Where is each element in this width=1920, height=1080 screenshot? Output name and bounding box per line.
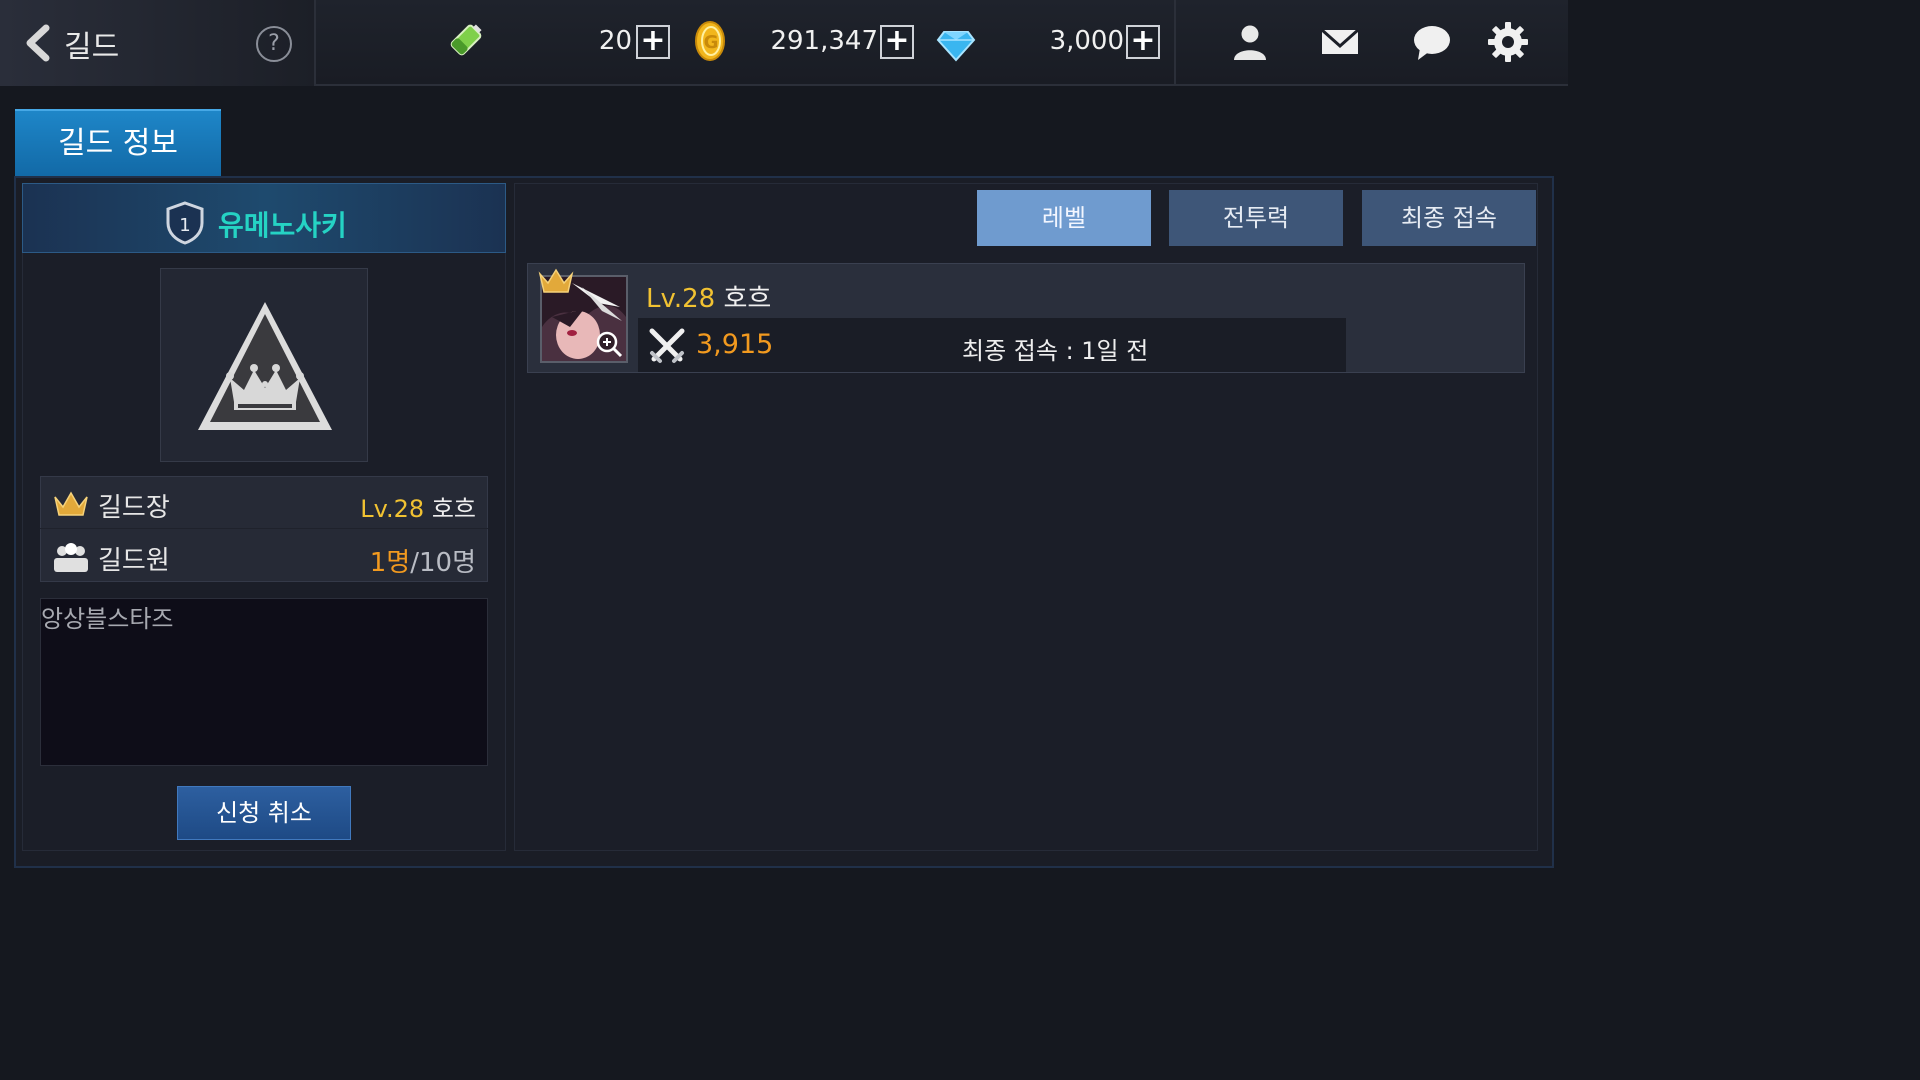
guild-description-box: 앙상블스타즈 — [40, 598, 488, 766]
sort-power-button[interactable]: 전투력 — [1169, 190, 1343, 246]
person-icon[interactable] — [1228, 20, 1272, 64]
svg-text:G: G — [704, 32, 719, 53]
member-power: 3,915 — [696, 329, 774, 360]
tab-guild-info[interactable]: 길드 정보 — [15, 109, 221, 177]
sort-level-button[interactable]: 레벨 — [977, 190, 1151, 246]
member-name-line: Lv.28 호흐 — [646, 278, 771, 315]
leader-label: 길드장 — [98, 493, 170, 523]
members-icon — [54, 543, 88, 572]
add-gold-button[interactable]: + — [880, 25, 914, 59]
members-label: 길드원 — [98, 546, 170, 576]
guild-description: 앙상블스타즈 — [41, 605, 174, 633]
crown-icon — [54, 491, 88, 516]
chevron-left-icon[interactable] — [20, 22, 56, 64]
add-gem-button[interactable]: + — [1126, 25, 1160, 59]
guild-name: 유메노사키 — [218, 209, 347, 242]
coin-icon: G — [695, 21, 725, 61]
shield-icon: 1 — [166, 201, 204, 245]
stamina-value: 20 — [598, 26, 632, 56]
back-area[interactable]: 길드 ? — [0, 0, 316, 86]
screen-title: 길드 — [64, 30, 120, 65]
help-icon[interactable]: ? — [256, 26, 292, 62]
leader-level: Lv.28 — [360, 495, 425, 523]
members-max: 10명 — [418, 548, 476, 578]
member-name: 호흐 — [723, 284, 772, 314]
speech-bubble-icon[interactable] — [1410, 20, 1454, 64]
members-separator: / — [410, 548, 419, 578]
battery-icon — [450, 24, 482, 56]
members-current: 1명 — [369, 548, 411, 578]
diamond-icon — [936, 31, 976, 62]
leader-name: 호흐 — [431, 495, 476, 523]
guild-emblem-icon — [198, 302, 332, 430]
member-last-login: 최종 접속 : 1일 전 — [962, 337, 1149, 365]
guild-leader-row: 길드장 Lv.28 호흐 — [40, 477, 488, 529]
guild-members-row: 길드원 1명/10명 — [40, 530, 488, 582]
zoom-in-icon[interactable] — [594, 329, 624, 359]
guild-rank-number: 1 — [179, 215, 190, 236]
members-value: 1명/10명 — [370, 542, 476, 579]
gear-icon[interactable] — [1486, 20, 1530, 64]
crossed-swords-icon — [649, 328, 685, 363]
envelope-icon[interactable] — [1318, 20, 1362, 64]
cancel-application-button[interactable]: 신청 취소 — [177, 786, 351, 840]
gold-value: 291,347 — [770, 26, 878, 56]
divider — [1174, 0, 1176, 86]
crown-icon — [538, 268, 574, 293]
leader-value: Lv.28 호흐 — [360, 489, 476, 524]
top-bar: 길드 ? 20 + G 291,347 + 3,000 + — [0, 0, 1568, 86]
add-stamina-button[interactable]: + — [636, 25, 670, 59]
gem-value: 3,000 — [1049, 26, 1124, 56]
sort-last-login-button[interactable]: 최종 접속 — [1362, 190, 1536, 246]
member-level: Lv.28 — [646, 284, 716, 314]
